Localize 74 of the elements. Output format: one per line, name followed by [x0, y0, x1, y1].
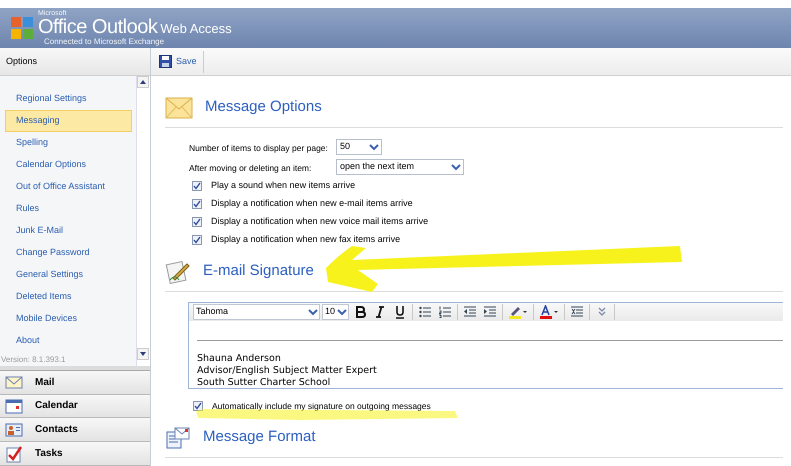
font-dropdown[interactable]: Tahoma [193, 304, 320, 320]
numbered-list-icon [438, 305, 452, 319]
sidebar-title: Options [6, 54, 38, 68]
nav-module-button[interactable]: Mail [0, 370, 150, 395]
field-label: After moving or deleting an item: [189, 163, 312, 173]
signature-line: South Sutter Charter School [197, 377, 332, 389]
brand-suffix: Web Access [160, 22, 232, 35]
highlighter-icon [508, 305, 528, 319]
sidebar-item[interactable]: About [5, 330, 132, 352]
envelope-icon [5, 374, 23, 390]
dropdown[interactable]: open the next item [336, 159, 464, 175]
font-color-icon [539, 305, 559, 319]
sidebar-item[interactable]: Junk E-Mail [5, 220, 132, 242]
checkmark-icon [194, 402, 202, 410]
calendar-icon [5, 398, 23, 414]
nav-module-button[interactable]: Tasks [0, 442, 150, 466]
checkmark-icon [193, 218, 201, 226]
dropdown[interactable]: 50 [336, 139, 382, 155]
checkbox[interactable] [192, 199, 202, 209]
brand-title: Office Outlook [38, 17, 158, 37]
bold-icon [353, 305, 367, 319]
connection-status: Connected to Microsoft Exchange [43, 38, 166, 46]
version-label: Version: 8.1.393.1 [1, 354, 66, 366]
font-size-dropdown[interactable]: 10 [322, 304, 349, 320]
contact-card-icon [5, 422, 23, 438]
signature-editor[interactable]: Tahoma 10 Shauna Anderson Advisor/English Subject Matter Expert South Sutter Charter School [188, 302, 783, 389]
sidebar-item[interactable]: Regional Settings [5, 88, 132, 110]
underline-icon [393, 305, 407, 319]
checkbox-label: Display a notification when new voice mail items arrive [211, 215, 428, 228]
bulleted-list-icon [418, 305, 432, 319]
checkbox[interactable] [193, 401, 203, 411]
nav-module-label: Tasks [35, 447, 63, 462]
section-title: Message Format [203, 427, 316, 448]
save-button[interactable]: Save [159, 50, 204, 72]
checklist-icon [5, 444, 23, 463]
sidebar-item[interactable]: Deleted Items [5, 286, 132, 308]
italic-icon [373, 305, 387, 319]
document-envelope-icon [165, 426, 191, 450]
checkbox-label: Play a sound when new items arrive [211, 179, 356, 192]
decrease-indent-icon [463, 305, 477, 319]
sidebar-item[interactable]: Mobile Devices [5, 308, 132, 330]
sidebar-item[interactable]: Messaging [5, 110, 132, 132]
field-label: Number of items to display per page: [189, 143, 328, 153]
sidebar-item[interactable]: Out of Office Assistant [5, 176, 132, 198]
signature-line: Shauna Anderson [197, 353, 282, 365]
checkbox[interactable] [192, 235, 202, 245]
section-title: E-mail Signature [203, 261, 314, 282]
pen-and-paper-icon [165, 260, 191, 284]
sidebar-item[interactable]: Rules [5, 198, 132, 220]
nav-module-button[interactable]: Calendar [0, 394, 150, 418]
sidebar-item[interactable]: Spelling [5, 132, 132, 154]
nav-module-label: Calendar [35, 399, 78, 414]
sidebar-item[interactable]: General Settings [5, 264, 132, 286]
checkmark-icon [193, 182, 201, 190]
office-logo-icon [10, 16, 34, 40]
checkbox[interactable] [192, 217, 202, 227]
sidebar-item[interactable]: Change Password [5, 242, 132, 264]
checkbox-label: Display a notification when new e-mail items arrive [211, 197, 413, 210]
checkmark-icon [193, 236, 201, 244]
toolbar-button[interactable] [537, 303, 561, 321]
checkmark-icon [193, 200, 201, 208]
signature-line: Advisor/English Subject Matter Expert [197, 365, 378, 377]
envelope-icon [165, 96, 193, 118]
nav-module-label: Contacts [35, 423, 78, 438]
checkbox[interactable] [192, 181, 202, 191]
sidebar-item[interactable]: Calendar Options [5, 154, 132, 176]
increase-indent-icon [483, 305, 497, 319]
scrollbar[interactable] [136, 76, 150, 366]
nav-module-button[interactable]: Contacts [0, 418, 150, 442]
nav-module-label: Mail [35, 376, 54, 390]
line-spacing-icon [570, 305, 584, 319]
checkbox-label: Display a notification when new fax items arrive [211, 233, 400, 246]
checkbox-label: Automatically include my signature on outgoing messages [212, 400, 431, 412]
section-title: Message Options [205, 97, 322, 118]
